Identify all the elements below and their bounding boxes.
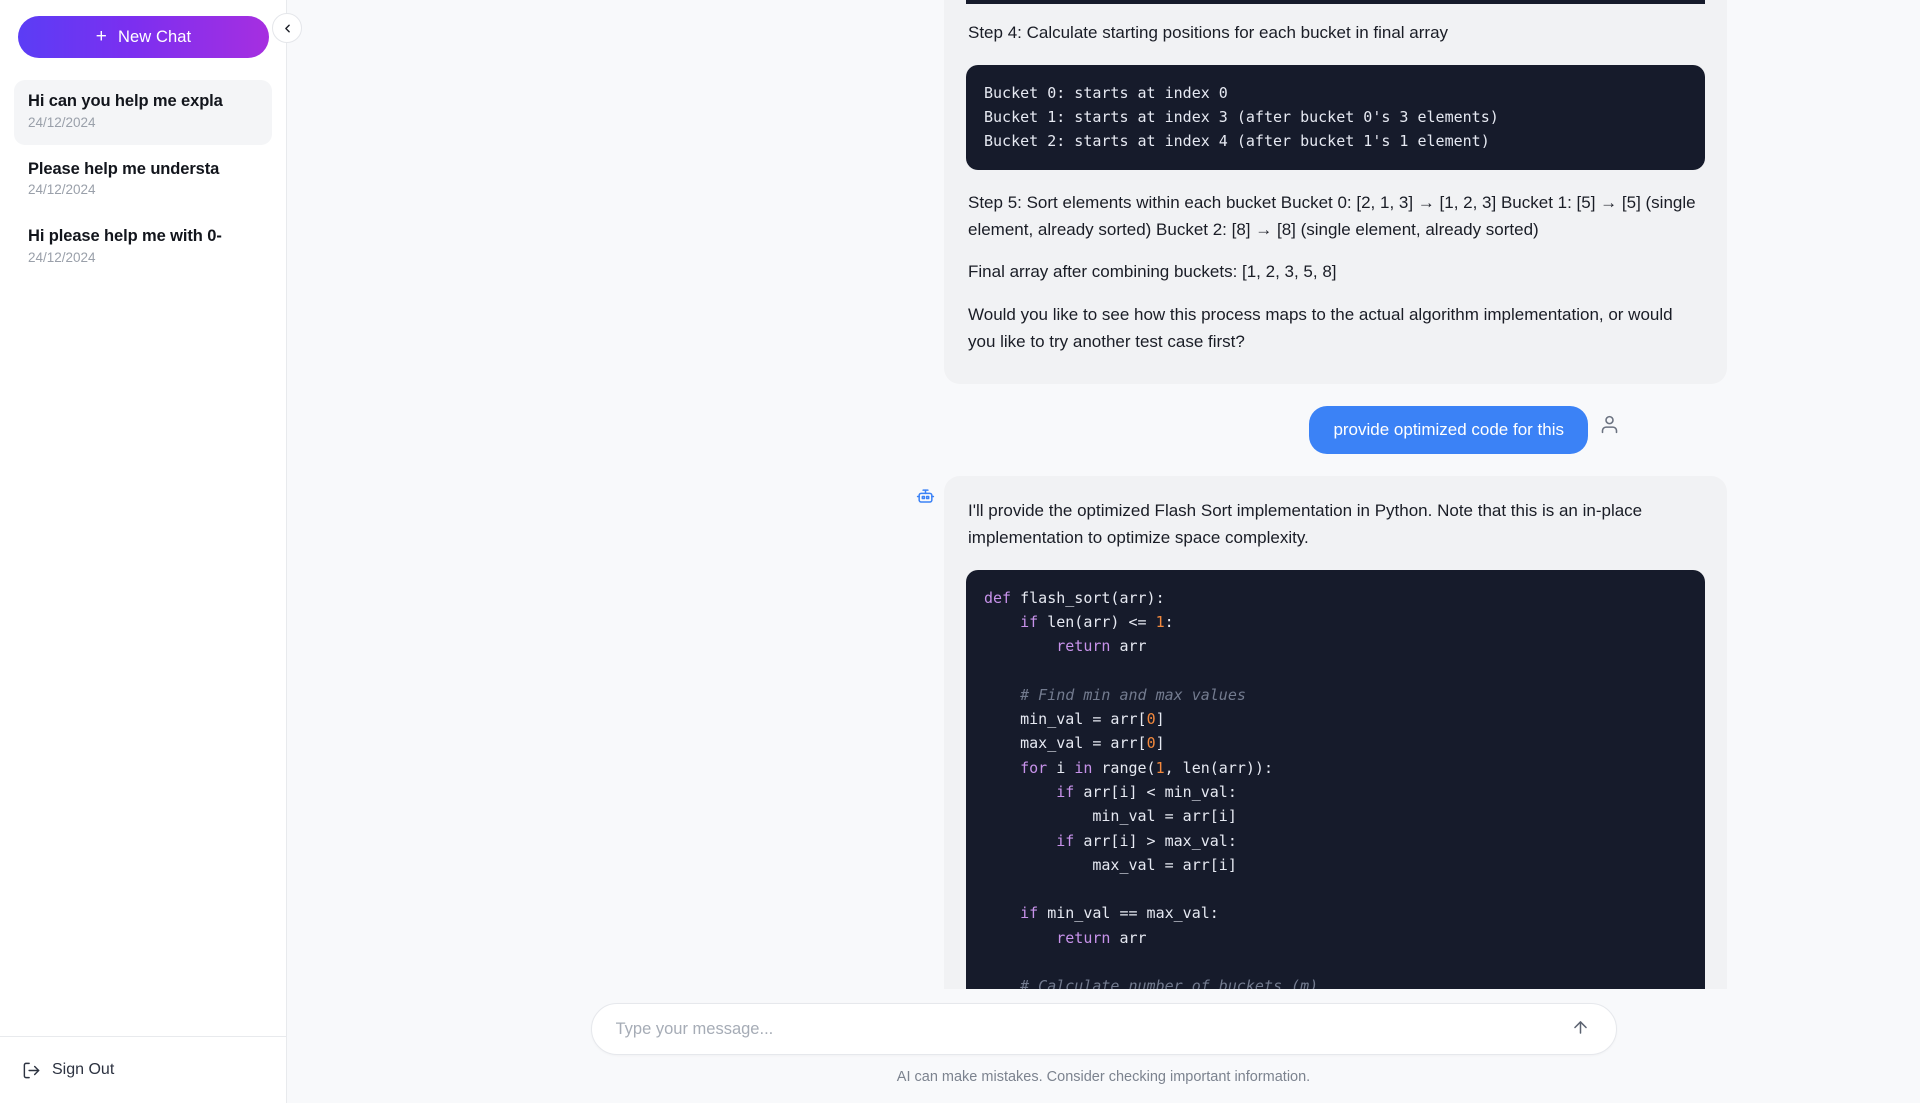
code-block-step4: Bucket 0: starts at index 0 Bucket 1: st…: [966, 64, 1705, 170]
message-input[interactable]: [615, 1019, 1568, 1039]
chat-history-list[interactable]: Hi can you help me expla 24/12/2024 Plea…: [0, 66, 286, 1036]
logout-icon: [22, 1061, 41, 1080]
send-button[interactable]: [1568, 1016, 1594, 1042]
chat-history-item-1[interactable]: Please help me understa 24/12/2024: [14, 148, 272, 213]
chat-history-item-2[interactable]: Hi please help me with 0- 24/12/2024: [14, 215, 272, 280]
step4-paragraph: Step 4: Calculate starting positions for…: [968, 23, 1449, 42]
user-avatar: [1598, 414, 1620, 440]
assistant-avatar: [914, 488, 936, 510]
code-block-partial: Bucket 2: 1 element (8): [966, 0, 1705, 5]
new-chat-button[interactable]: + New Chat: [18, 16, 269, 58]
step5-paragraph: Step 5: Sort elements within each bucket…: [968, 192, 1696, 239]
user-message-row-1: provide optimized code for this: [327, 406, 1880, 454]
sidebar-footer: Sign Out: [0, 1036, 286, 1103]
chevron-left-icon: [281, 22, 294, 35]
user-bubble-1: provide optimized code for this: [1309, 406, 1588, 454]
final-array-paragraph: Final array after combining buckets: [1,…: [968, 262, 1337, 282]
chat-history-item-0[interactable]: Hi can you help me expla 24/12/2024: [14, 80, 272, 145]
assistant-message-row-1: Bucket 2: 1 element (8) Step 4: Calculat…: [327, 0, 1880, 385]
partial-code-block-wrapper: Bucket 2: 1 element (8): [966, 0, 1705, 12]
chat-item-title: Please help me understa: [28, 159, 220, 178]
arrow-up-icon: [1571, 1018, 1590, 1040]
chat-item-date: 24/12/2024: [28, 114, 96, 130]
chat-item-date: 24/12/2024: [28, 249, 96, 265]
chat-item-title: Hi please help me with 0-: [28, 227, 222, 245]
assistant-bubble-1: Bucket 2: 1 element (8) Step 4: Calculat…: [944, 0, 1727, 385]
sign-out-button[interactable]: Sign Out: [22, 1061, 114, 1080]
code-partial-text: Bucket 2: 1 element (8): [984, 0, 1687, 4]
assistant-intro-paragraph: I'll provide the optimized Flash Sort im…: [968, 500, 1643, 547]
plus-icon: +: [95, 25, 107, 47]
ai-disclaimer: AI can make mistakes. Consider checking …: [896, 1069, 1311, 1085]
followup-paragraph: Would you like to see how this process m…: [968, 305, 1673, 352]
code-step4-text: Bucket 0: starts at index 0 Bucket 1: st…: [984, 83, 1499, 151]
chat-item-title: Hi can you help me expla: [28, 92, 223, 110]
composer[interactable]: [590, 1003, 1617, 1055]
sign-out-label: Sign Out: [52, 1061, 115, 1078]
composer-area: AI can make mistakes. Consider checking …: [287, 989, 1920, 1103]
user-icon: [1599, 414, 1620, 440]
message-thread[interactable]: Bucket 2: 1 element (8) Step 4: Calculat…: [287, 0, 1920, 1103]
chat-item-date: 24/12/2024: [28, 182, 96, 198]
chat-main: Bucket 2: 1 element (8) Step 4: Calculat…: [287, 0, 1920, 1103]
robot-icon: [916, 487, 935, 511]
sidebar-collapse-button[interactable]: [272, 13, 302, 43]
new-chat-label: New Chat: [117, 27, 192, 46]
sidebar-header: + New Chat: [0, 0, 286, 66]
chat-app: + New Chat Hi can you help me expla 24/1…: [0, 0, 1920, 1103]
message-thread-inner: Bucket 2: 1 element (8) Step 4: Calculat…: [287, 0, 1920, 1103]
sidebar: + New Chat Hi can you help me expla 24/1…: [0, 0, 302, 1103]
